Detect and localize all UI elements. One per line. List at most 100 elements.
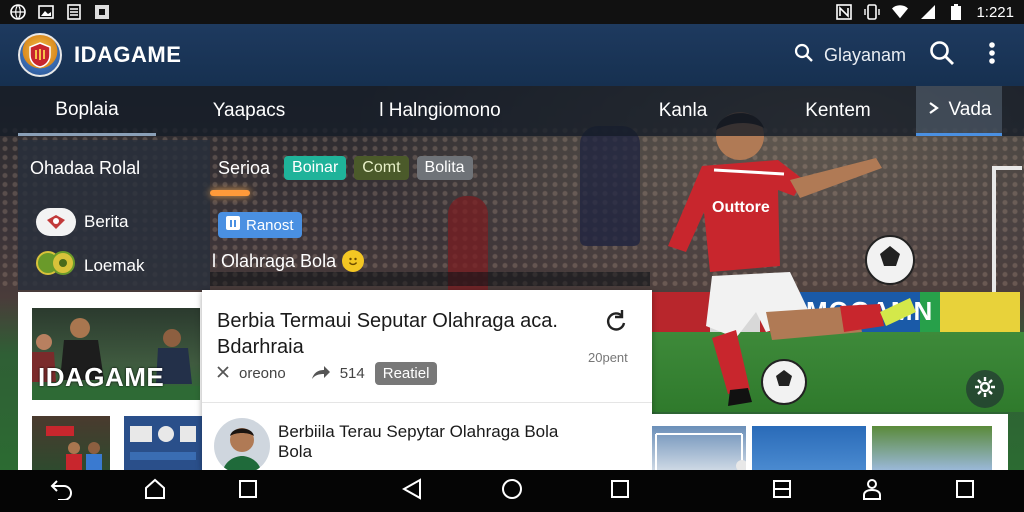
divider-strip — [210, 272, 650, 286]
settings-button[interactable] — [966, 370, 1004, 408]
tab-label: Boplaia — [55, 98, 119, 120]
filter-chip-comt[interactable]: Comt — [354, 156, 409, 180]
article-title-line2: Bdarhraia — [217, 336, 304, 358]
reatiel-button[interactable]: Reatiel — [374, 362, 438, 385]
tab-boplaia[interactable]: Boplaia — [18, 86, 156, 136]
square-icon — [610, 479, 630, 504]
square-button[interactable] — [953, 479, 977, 503]
side-item-label: Loemak — [84, 255, 145, 275]
tab-label: Yaapacs — [212, 100, 286, 121]
vibrate-icon — [864, 4, 881, 20]
close-icon[interactable] — [217, 365, 229, 382]
media-thumbnail[interactable] — [752, 426, 866, 470]
app-brand: IDAGAME — [74, 42, 182, 67]
app-logo[interactable] — [18, 33, 62, 77]
navigation-bar — [0, 470, 1024, 512]
square-icon — [94, 4, 110, 20]
overview-button[interactable] — [236, 479, 260, 503]
subline-text: l Olahraga Bola — [212, 250, 337, 271]
tab-label: Kentem — [805, 100, 871, 121]
article-time: 20pent — [588, 350, 628, 365]
related-article-title[interactable]: Berbiila Terau Sepytar Olahraga Bola Bol… — [278, 422, 578, 462]
split-screen-icon — [772, 479, 792, 504]
side-item-label: Berita — [84, 212, 129, 231]
signal-icon — [920, 4, 936, 20]
thumbnail-graphics — [130, 426, 196, 460]
tab-label: Kanla — [658, 100, 708, 121]
article-meta: oreono 514 Reatiel — [217, 362, 438, 385]
jersey-text: Outtore — [712, 199, 770, 216]
tab-vada[interactable]: Vada — [916, 86, 1002, 136]
football-icon — [36, 250, 76, 281]
tab-label: Vada — [948, 98, 992, 120]
globe-icon — [10, 4, 26, 20]
badge-label: Ranost — [246, 216, 294, 234]
thumbnail-players — [46, 426, 102, 470]
share-icon[interactable] — [310, 364, 330, 384]
circle-icon — [501, 478, 523, 505]
status-bar: 1:221 — [0, 0, 1024, 24]
article-author: oreono — [239, 365, 286, 382]
refresh-icon — [602, 310, 628, 338]
smile-emoji-icon — [342, 250, 365, 272]
side-item-loemak[interactable]: Loemak — [36, 250, 144, 281]
nfc-icon — [836, 4, 853, 20]
tab-kanla[interactable]: Kanla — [646, 86, 720, 136]
left-column: IDAGAME — [18, 292, 214, 470]
back-triangle-button[interactable] — [400, 477, 424, 505]
football-player: Outtore — [668, 112, 916, 406]
square-icon — [238, 479, 258, 504]
media-thumbnail[interactable] — [872, 426, 992, 470]
small-thumbnail[interactable] — [124, 416, 202, 470]
filter-chip-boinar[interactable]: Boinar — [284, 156, 347, 180]
background-player — [580, 126, 640, 246]
category-subline: l Olahraga Bola — [212, 250, 365, 272]
tab-yaapacs[interactable]: Yaapacs — [196, 86, 302, 136]
featured-thumbnail[interactable]: IDAGAME — [32, 308, 200, 400]
search-icon — [929, 40, 955, 71]
search-chip-label: Glayanam — [823, 44, 906, 65]
home-button[interactable] — [143, 478, 167, 505]
tab-label: l Halngiomono — [379, 100, 501, 121]
filter-label: Serioa — [218, 157, 271, 178]
home-circle-button[interactable] — [500, 478, 524, 505]
media-thumbnail[interactable] — [652, 426, 746, 470]
media-row — [652, 414, 1008, 470]
search-icon — [794, 43, 814, 68]
side-item-berita[interactable]: Berita — [36, 208, 128, 236]
undo-icon — [50, 478, 74, 505]
square-icon — [955, 479, 975, 504]
profile-button[interactable] — [860, 478, 884, 505]
small-thumbnail[interactable] — [32, 416, 110, 470]
person-icon — [861, 478, 883, 505]
tab-kentem[interactable]: Kentem — [790, 86, 886, 136]
refresh-button[interactable] — [602, 308, 628, 334]
tab-halngiomono[interactable]: l Halngiomono — [360, 86, 520, 136]
battery-icon — [948, 4, 964, 20]
split-screen-button[interactable] — [770, 479, 794, 503]
gallery-icon — [38, 4, 54, 20]
ranost-badge[interactable]: Ranost — [218, 212, 302, 238]
home-icon — [144, 478, 166, 505]
chevron-right-icon — [927, 99, 941, 121]
thumbnail-title: IDAGAME — [38, 362, 165, 392]
back-triangle-icon — [401, 477, 422, 505]
author-avatar[interactable] — [214, 418, 270, 474]
filter-chip-bolita[interactable]: Bolita — [416, 156, 473, 180]
wifi-icon — [892, 4, 909, 20]
category-tabs: Boplaia Yaapacs l Halngiomono Kanla Kent… — [0, 86, 1024, 136]
highlight-indicator — [210, 190, 250, 196]
filter-row: Serioa Boinar Comt Bolita — [218, 156, 473, 180]
search-chip[interactable]: Glayanam — [794, 43, 906, 68]
more-options-button[interactable] — [978, 41, 1006, 69]
app-bar: IDAGAME Glayanam — [0, 24, 1024, 86]
side-panel: Ohadaa Rolal Berita Loemak — [18, 140, 210, 290]
article-card[interactable]: Berbia Termaui Seputar Olahraga aca. Bda… — [202, 290, 652, 474]
article-title: Berbia Termaui Seputar Olahraga aca. Bda… — [217, 308, 597, 360]
search-button[interactable] — [928, 40, 956, 71]
recents-button[interactable] — [608, 479, 632, 503]
back-button[interactable] — [50, 479, 74, 503]
info-icon — [226, 216, 240, 234]
goal-net-graphic — [655, 433, 746, 470]
berita-avatar — [36, 208, 76, 236]
